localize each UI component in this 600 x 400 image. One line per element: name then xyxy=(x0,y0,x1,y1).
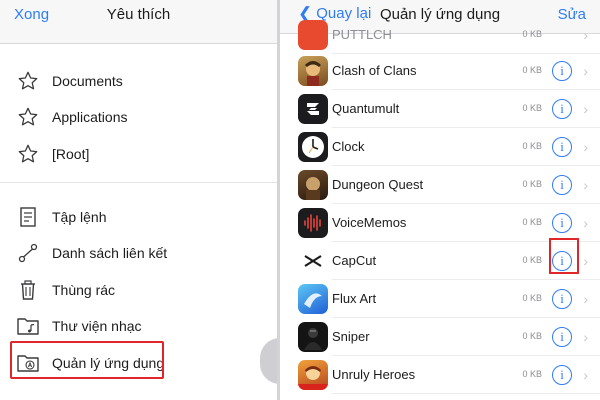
app-row-partial[interactable]: PUTTLCH 0 KB › xyxy=(280,16,600,54)
app-size: 0 KB xyxy=(522,29,542,39)
capcut-info-highlight-box xyxy=(549,238,579,274)
app-manager-highlight-box xyxy=(10,341,164,379)
app-size: 0 KB xyxy=(522,103,542,113)
app-row-quantumult[interactable]: Quantumult 0 KB i › xyxy=(280,90,600,128)
info-button[interactable]: i xyxy=(552,327,572,347)
app-row-clash-of-clans[interactable]: Clash of Clans 0 KB i › xyxy=(280,52,600,90)
favorite-item-label: [Root] xyxy=(52,146,90,162)
screenshot-root: Xong Yêu thích Documents Applications [R… xyxy=(0,0,600,400)
app-row-voicememos[interactable]: VoiceMemos 0 KB i › xyxy=(280,204,600,242)
music-folder-icon xyxy=(16,314,40,338)
app-name: Sniper xyxy=(332,329,370,344)
info-button[interactable]: i xyxy=(552,289,572,309)
link-list-icon xyxy=(16,241,40,265)
chevron-right-icon: › xyxy=(583,291,588,307)
app-name: PUTTLCH xyxy=(332,27,392,42)
favorites-panel: Xong Yêu thích Documents Applications [R… xyxy=(0,0,277,400)
app-name: Dungeon Quest xyxy=(332,177,424,192)
app-size: 0 KB xyxy=(522,255,542,265)
favorites-title: Yêu thích xyxy=(106,6,171,23)
trash-icon xyxy=(16,278,40,302)
favorites-list: Documents Applications [Root] Tập lệnh D… xyxy=(0,44,277,400)
star-icon xyxy=(16,142,40,166)
chevron-right-icon: › xyxy=(583,329,588,345)
chevron-right-icon: › xyxy=(583,27,588,43)
favorite-item-label: Documents xyxy=(52,73,123,89)
app-size: 0 KB xyxy=(522,293,542,303)
app-row-sniper[interactable]: Sniper 0 KB i › xyxy=(280,318,600,356)
info-button[interactable]: i xyxy=(552,175,572,195)
quantumult-icon xyxy=(298,94,328,124)
app-name: CapCut xyxy=(332,253,377,268)
favorites-nav-bar: Xong Yêu thích xyxy=(0,0,277,44)
info-button[interactable]: i xyxy=(552,99,572,119)
info-button[interactable]: i xyxy=(552,213,572,233)
star-icon xyxy=(16,105,40,129)
clash-of-clans-icon xyxy=(298,56,328,86)
clock-icon xyxy=(298,132,328,162)
dungeon-quest-icon xyxy=(298,170,328,200)
chevron-right-icon: › xyxy=(583,101,588,117)
tool-item-links[interactable]: Danh sách liên kết xyxy=(0,235,277,271)
row-separator xyxy=(332,393,600,394)
section-divider xyxy=(0,182,277,183)
script-icon xyxy=(16,205,40,229)
info-button[interactable]: i xyxy=(552,365,572,385)
app-size: 0 KB xyxy=(522,217,542,227)
app-row-flux-art[interactable]: Flux Art 0 KB i › xyxy=(280,280,600,318)
app-name: Quantumult xyxy=(332,101,400,116)
app-name: Clock xyxy=(332,139,365,154)
chevron-right-icon: › xyxy=(583,177,588,193)
chevron-right-icon: › xyxy=(583,215,588,231)
chevron-right-icon: › xyxy=(583,253,588,269)
tool-item-label: Danh sách liên kết xyxy=(52,245,168,261)
app-row-clock[interactable]: Clock 0 KB i › xyxy=(280,128,600,166)
app-manager-panel: ❮ Quay lại Quản lý ứng dụng Sửa PUTTLCH … xyxy=(280,0,600,400)
app-row-unruly-heroes[interactable]: Unruly Heroes 0 KB i › xyxy=(280,356,600,394)
voice-memos-icon xyxy=(298,208,328,238)
app-name: Flux Art xyxy=(332,291,377,306)
app-size: 0 KB xyxy=(522,141,542,151)
app-size: 0 KB xyxy=(522,331,542,341)
tool-item-scripts[interactable]: Tập lệnh xyxy=(0,199,277,235)
capcut-icon xyxy=(298,246,328,276)
info-button[interactable]: i xyxy=(552,137,572,157)
unruly-heroes-icon xyxy=(298,360,328,390)
app-name: Clash of Clans xyxy=(332,63,417,78)
favorite-item-applications[interactable]: Applications xyxy=(0,99,277,135)
app-name: VoiceMemos xyxy=(332,215,407,230)
tool-item-label: Thùng rác xyxy=(52,282,116,298)
star-icon xyxy=(16,69,40,93)
puttlch-app-icon xyxy=(298,20,328,50)
tool-item-label: Thư viện nhạc xyxy=(52,318,142,334)
favorite-item-root[interactable]: [Root] xyxy=(0,136,277,172)
favorite-item-documents[interactable]: Documents xyxy=(0,63,277,99)
tool-item-label: Tập lệnh xyxy=(52,209,107,225)
app-list: PUTTLCH 0 KB › Clash of Clans 0 KB i › Q… xyxy=(280,20,600,400)
app-size: 0 KB xyxy=(522,65,542,75)
app-size: 0 KB xyxy=(522,179,542,189)
sniper-icon xyxy=(298,322,328,352)
app-name: Unruly Heroes xyxy=(332,367,416,382)
info-button[interactable]: i xyxy=(552,61,572,81)
app-size: 0 KB xyxy=(522,369,542,379)
chevron-right-icon: › xyxy=(583,63,588,79)
favorite-item-label: Applications xyxy=(52,109,128,125)
tool-item-trash[interactable]: Thùng rác xyxy=(0,272,277,308)
chevron-right-icon: › xyxy=(583,367,588,383)
flux-art-icon xyxy=(298,284,328,314)
app-row-dungeon-quest[interactable]: Dungeon Quest 0 KB i › xyxy=(280,166,600,204)
chevron-right-icon: › xyxy=(583,139,588,155)
tool-item-music-library[interactable]: Thư viện nhạc xyxy=(0,308,277,344)
